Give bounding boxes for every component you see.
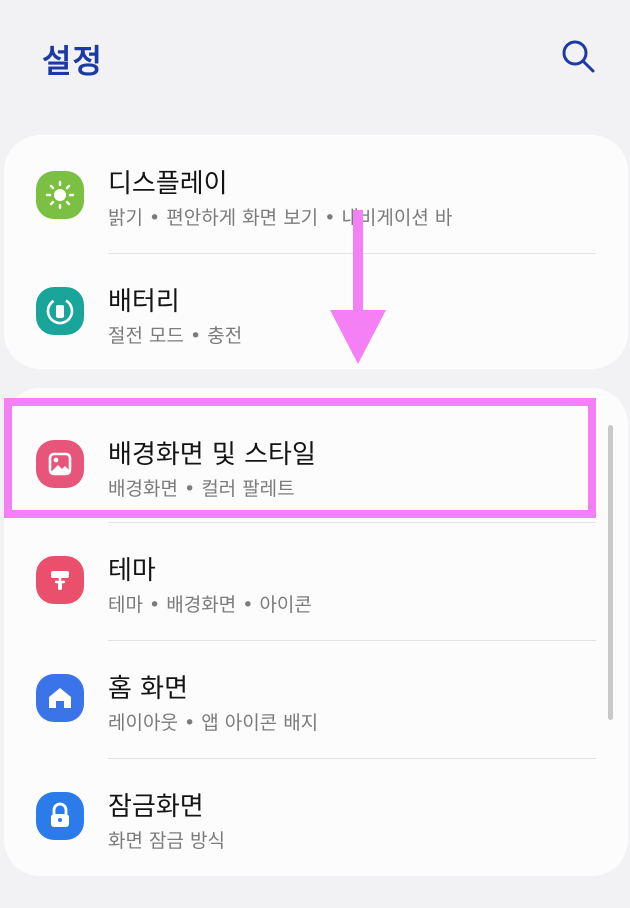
search-icon xyxy=(562,40,595,73)
setting-title: 배경화면 및 스타일 xyxy=(108,440,316,470)
home-icon xyxy=(36,674,84,722)
scrollbar[interactable] xyxy=(608,425,613,720)
paint-roller-icon xyxy=(36,556,84,604)
setting-item-lock-screen[interactable]: 잠금화면 화면 잠금 방식 xyxy=(4,758,628,876)
search-button[interactable] xyxy=(556,34,600,78)
setting-subtitle: 밝기 • 편안하게 화면 보기 • 내비게이션 바 xyxy=(108,207,453,229)
setting-title: 배터리 xyxy=(108,287,180,317)
lock-icon xyxy=(36,792,84,840)
setting-item-battery[interactable]: 배터리 절전 모드 • 충전 xyxy=(4,253,628,371)
setting-title: 테마 xyxy=(108,556,156,586)
setting-item-wallpaper-style[interactable]: 배경화면 및 스타일 배경화면 • 컬러 팔레트 xyxy=(4,398,628,516)
setting-title: 잠금화면 xyxy=(108,792,204,822)
setting-item-theme[interactable]: 테마 테마 • 배경화면 • 아이콘 xyxy=(4,522,628,640)
setting-subtitle: 배경화면 • 컬러 팔레트 xyxy=(108,478,295,500)
setting-subtitle: 레이아웃 • 앱 아이콘 배지 xyxy=(108,712,319,734)
setting-subtitle: 화면 잠금 방식 xyxy=(108,830,225,852)
wallpaper-icon xyxy=(36,440,84,488)
settings-group-1: 디스플레이 밝기 • 편안하게 화면 보기 • 내비게이션 바 배터리 절전 모… xyxy=(4,135,628,369)
settings-group-2: 배경화면 및 스타일 배경화면 • 컬러 팔레트 테마 테마 • 배경화면 • … xyxy=(4,388,628,876)
setting-subtitle: 절전 모드 • 충전 xyxy=(108,325,243,347)
header: 설정 xyxy=(0,0,630,120)
setting-title: 디스플레이 xyxy=(108,169,228,199)
setting-item-display[interactable]: 디스플레이 밝기 • 편안하게 화면 보기 • 내비게이션 바 xyxy=(4,135,628,253)
setting-title: 홈 화면 xyxy=(108,674,189,704)
setting-subtitle: 테마 • 배경화면 • 아이콘 xyxy=(108,594,312,616)
setting-item-home-screen[interactable]: 홈 화면 레이아웃 • 앱 아이콘 배지 xyxy=(4,640,628,758)
page-title: 설정 xyxy=(42,42,103,80)
sun-icon xyxy=(36,171,84,219)
battery-icon xyxy=(36,287,84,335)
